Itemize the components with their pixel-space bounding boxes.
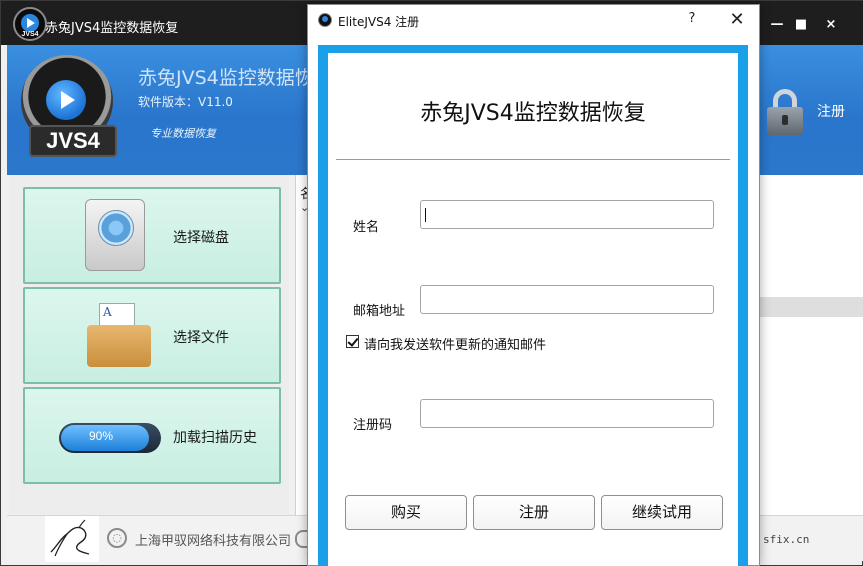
newsletter-label[interactable]: 请向我发送软件更新的通知邮件: [364, 334, 546, 353]
window-title: 赤兔JVS4监控数据恢复: [45, 21, 179, 36]
dialog-close-button[interactable]: ✕: [726, 9, 748, 31]
logo-tag: JVS4: [29, 125, 117, 157]
minimize-button[interactable]: —: [765, 13, 789, 37]
select-disk-label: 选择磁盘: [173, 230, 229, 246]
load-scan-history-button[interactable]: 90% 加载扫描历史: [23, 387, 281, 484]
lock-icon[interactable]: [767, 89, 803, 135]
maximize-button[interactable]: ■: [789, 13, 813, 37]
company-name: 上海甲驭网络科技有限公司: [135, 534, 292, 549]
text-caret: [425, 208, 426, 222]
code-label: 注册码: [353, 418, 393, 433]
name-label: 姓名: [353, 220, 380, 235]
play-icon: [46, 80, 86, 120]
close-button[interactable]: ×: [819, 13, 843, 37]
disk-icon: [85, 199, 145, 271]
register-button[interactable]: 注册: [473, 495, 595, 530]
progress-text: 90%: [88, 429, 114, 443]
select-file-label: 选择文件: [173, 330, 229, 346]
banner-title: 赤兔JVS4监控数据恢复: [138, 67, 333, 89]
dialog-heading: 赤兔JVS4监控数据恢复: [420, 101, 646, 126]
dialog-frame: 赤兔JVS4监控数据恢复 姓名 邮箱地址 请向我发送软件更新的通知邮件 注册码 …: [318, 45, 748, 566]
app-logo-icon: JVS4: [13, 7, 47, 41]
horse-logo-icon: [45, 516, 99, 562]
email-label: 邮箱地址: [353, 304, 406, 319]
select-disk-button[interactable]: 选择磁盘: [23, 187, 281, 284]
sidebar: 选择磁盘 A 选择文件 90% 加载扫描历史: [9, 175, 289, 515]
horse-logo-svg: [50, 519, 90, 557]
load-scan-history-label: 加载扫描历史: [173, 430, 257, 446]
name-input[interactable]: [420, 200, 714, 229]
dialog-title: EliteJVS4 注册: [338, 15, 420, 29]
globe-icon: ◌: [107, 528, 127, 548]
folder-body: [87, 325, 151, 367]
dialog-titlebar[interactable]: EliteJVS4 注册 ? ✕: [308, 5, 759, 35]
play-icon: [21, 14, 39, 32]
register-dialog: EliteJVS4 注册 ? ✕ 赤兔JVS4监控数据恢复 姓名 邮箱地址 请向…: [307, 4, 760, 566]
list-row-highlight: [748, 297, 863, 317]
version-label: 软件版本：V11.0: [138, 95, 233, 109]
registration-code-input[interactable]: [420, 399, 714, 428]
app-logo-text: JVS4: [21, 31, 39, 38]
dialog-body: 赤兔JVS4监控数据恢复 姓名 邮箱地址 请向我发送软件更新的通知邮件 注册码 …: [328, 53, 738, 566]
select-file-button[interactable]: A 选择文件: [23, 287, 281, 384]
email-input[interactable]: [420, 285, 714, 314]
dialog-app-icon: [318, 13, 332, 27]
help-button[interactable]: ?: [682, 11, 702, 29]
document-letter: A: [103, 305, 112, 319]
divider: [336, 159, 730, 160]
newsletter-checkbox[interactable]: [346, 335, 359, 348]
lock-body: [767, 107, 803, 135]
register-link[interactable]: 注册: [817, 101, 845, 121]
slogan: 专业数据恢复: [150, 127, 216, 140]
website-link[interactable]: sfix.cn: [763, 533, 809, 546]
screen: JVS4 赤兔JVS4监控数据恢复 — ■ × JVS4 赤兔JVS4监控数据恢…: [0, 0, 863, 566]
buy-button[interactable]: 购买: [345, 495, 467, 530]
folder-icon: A: [87, 303, 151, 367]
progress-icon: 90%: [59, 423, 161, 453]
continue-trial-button[interactable]: 继续试用: [601, 495, 723, 530]
